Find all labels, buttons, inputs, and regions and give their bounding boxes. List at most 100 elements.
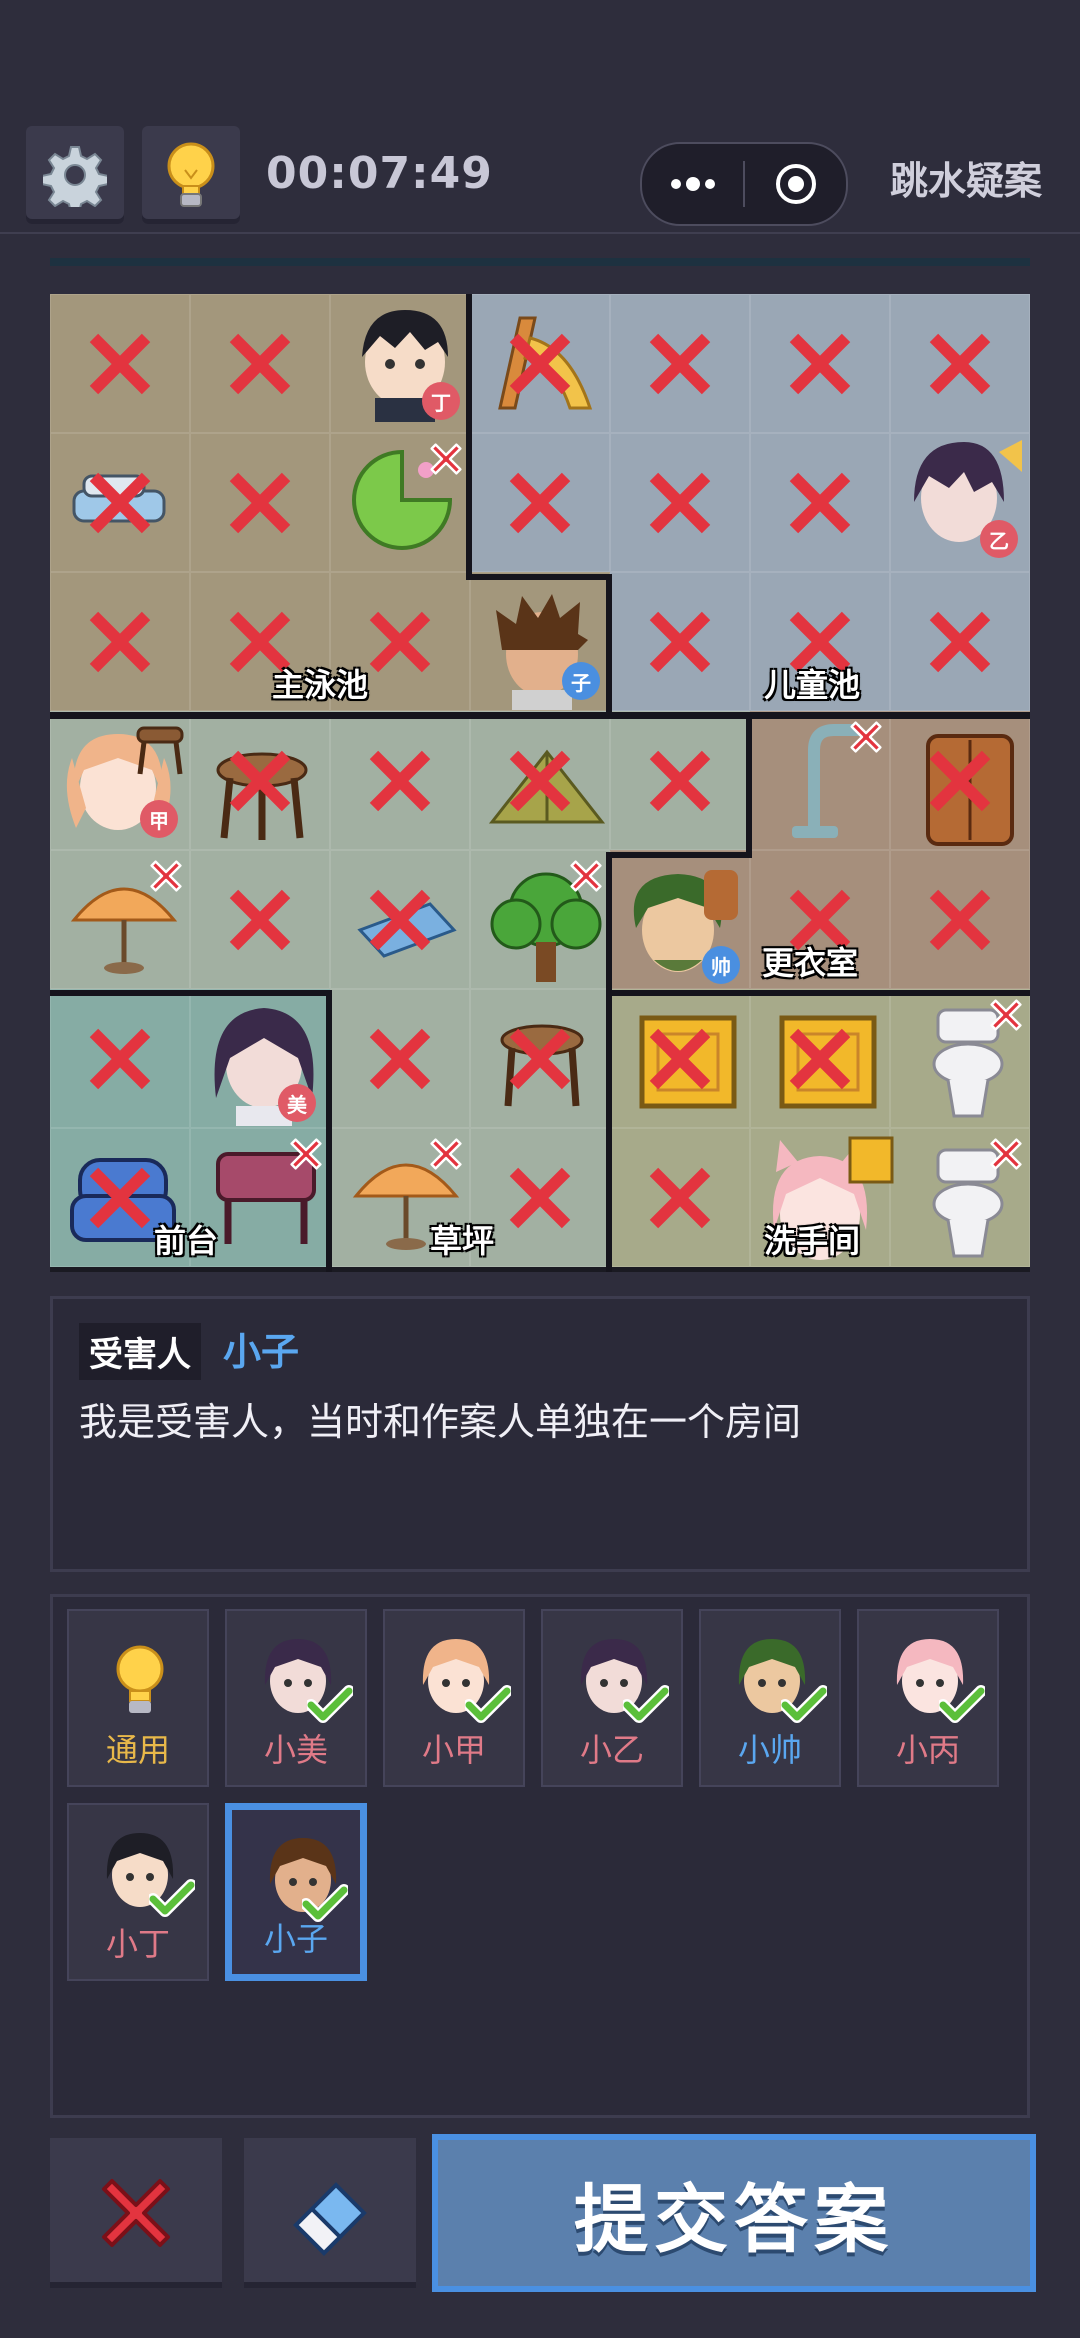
elimination-x-icon xyxy=(509,750,571,811)
red-x-icon xyxy=(102,2179,170,2247)
check-icon xyxy=(149,1879,195,1917)
elimination-x-icon xyxy=(929,889,991,950)
elimination-x-icon xyxy=(509,1028,571,1089)
character-option[interactable]: 小乙 xyxy=(541,1609,683,1787)
lightbulb-icon xyxy=(167,142,215,207)
character-option-label: 通用 xyxy=(105,1731,170,1769)
character-option[interactable]: 小丙 xyxy=(857,1609,999,1787)
badge-mei: 美 xyxy=(278,1084,316,1122)
clue-character-name: 小子 xyxy=(223,1330,300,1374)
elimination-x-icon xyxy=(990,1138,1022,1170)
character-option[interactable]: 通用 xyxy=(67,1609,209,1787)
elimination-x-icon xyxy=(570,860,602,892)
elimination-x-icon xyxy=(649,1167,711,1228)
progress-track xyxy=(50,258,1030,266)
elimination-x-icon xyxy=(89,1167,151,1228)
elimination-x-icon xyxy=(509,333,571,394)
character-option-label: 小丙 xyxy=(895,1731,960,1769)
elimination-x-icon xyxy=(229,472,291,533)
wall xyxy=(50,990,330,996)
badge-jia: 甲 xyxy=(140,800,178,838)
elimination-x-icon xyxy=(929,611,991,672)
settings-button[interactable] xyxy=(26,126,124,224)
character-option[interactable]: 小甲 xyxy=(383,1609,525,1787)
badge-zi: 子 xyxy=(562,662,600,700)
elimination-x-icon xyxy=(789,472,851,533)
character-option[interactable]: 小美 xyxy=(225,1609,367,1787)
menu-button[interactable] xyxy=(642,144,743,224)
game-board: 丁 乙 子 甲 帅 美 主泳池 儿童池 更衣室 前台 草坪 洗手间 xyxy=(50,294,1030,1272)
elimination-x-icon xyxy=(89,611,151,672)
character-option-label: 小乙 xyxy=(579,1731,644,1769)
elimination-x-icon xyxy=(649,1028,711,1089)
eraser-icon xyxy=(293,2182,367,2256)
target-circle-icon xyxy=(775,164,816,204)
wall xyxy=(606,990,1030,996)
check-icon xyxy=(307,1685,353,1723)
elimination-x-icon xyxy=(850,721,882,753)
elimination-x-icon xyxy=(430,1138,462,1170)
check-icon xyxy=(939,1685,985,1723)
character-selector: 通用 小美 小甲 小乙 小帅 小丙小丁 小子 xyxy=(50,1594,1030,2118)
mini-program-capsule xyxy=(640,142,848,226)
hint-button[interactable] xyxy=(142,126,240,224)
lightbulb-icon xyxy=(116,1645,164,1713)
clear-marks-button[interactable] xyxy=(50,2138,222,2288)
elimination-x-icon xyxy=(509,472,571,533)
room-label-kids-pool: 儿童池 xyxy=(764,666,861,704)
elimination-x-icon xyxy=(649,611,711,672)
character-option[interactable]: 小丁 xyxy=(67,1803,209,1981)
game-timer: 00:07:49 xyxy=(266,148,493,199)
submit-answer-button[interactable]: 提交答案 xyxy=(432,2134,1036,2292)
elimination-x-icon xyxy=(229,333,291,394)
close-program-button[interactable] xyxy=(745,144,846,224)
wall xyxy=(606,574,612,718)
character-option-label: 小美 xyxy=(263,1731,328,1769)
clue-text: 我是受害人，当时和作案人单独在一个房间 xyxy=(79,1400,802,1444)
elimination-x-icon xyxy=(89,333,151,394)
character-option[interactable]: 小子 xyxy=(225,1803,367,1981)
elimination-x-icon xyxy=(369,750,431,811)
eraser-button[interactable] xyxy=(244,2138,416,2288)
elimination-x-icon xyxy=(649,333,711,394)
elimination-x-icon xyxy=(929,750,991,811)
wall xyxy=(466,574,610,580)
room-label-lawn: 草坪 xyxy=(430,1222,495,1260)
badge-shuai: 帅 xyxy=(702,946,740,984)
more-dots-icon xyxy=(670,177,715,191)
elimination-x-icon xyxy=(929,333,991,394)
wall xyxy=(466,294,472,578)
elimination-x-icon xyxy=(789,333,851,394)
character-option-label: 小子 xyxy=(263,1920,328,1958)
room-label-main-pool: 主泳池 xyxy=(272,666,369,704)
wall xyxy=(606,852,752,858)
stool-icon xyxy=(136,726,184,775)
elimination-x-icon xyxy=(369,611,431,672)
elimination-x-icon xyxy=(649,472,711,533)
room-label-front-desk: 前台 xyxy=(154,1222,219,1260)
badge-ding: 丁 xyxy=(422,382,460,420)
elimination-x-icon xyxy=(89,472,151,533)
wall xyxy=(746,712,752,856)
elimination-x-icon xyxy=(789,1028,851,1089)
elimination-x-icon xyxy=(369,889,431,950)
room-label-locker-room: 更衣室 xyxy=(762,944,859,982)
elimination-x-icon xyxy=(430,443,462,475)
check-icon xyxy=(623,1685,669,1723)
header-divider xyxy=(0,232,1080,234)
character-option-label: 小丁 xyxy=(105,1925,170,1963)
elimination-x-icon xyxy=(509,1167,571,1228)
check-icon xyxy=(781,1685,827,1723)
elimination-x-icon xyxy=(990,999,1022,1031)
clue-panel: 受害人 小子 我是受害人，当时和作案人单独在一个房间 xyxy=(50,1296,1030,1572)
app-title: 跳水疑案 xyxy=(890,159,1043,203)
elimination-x-icon xyxy=(369,1028,431,1089)
room-label-restroom: 洗手间 xyxy=(764,1222,861,1260)
elimination-x-icon xyxy=(229,750,291,811)
character-option[interactable]: 小帅 xyxy=(699,1609,841,1787)
character-option-label: 小帅 xyxy=(737,1731,802,1769)
elimination-x-icon xyxy=(649,750,711,811)
clue-role-tag: 受害人 xyxy=(79,1323,201,1380)
gear-icon xyxy=(43,146,107,207)
elimination-x-icon xyxy=(89,1028,151,1089)
